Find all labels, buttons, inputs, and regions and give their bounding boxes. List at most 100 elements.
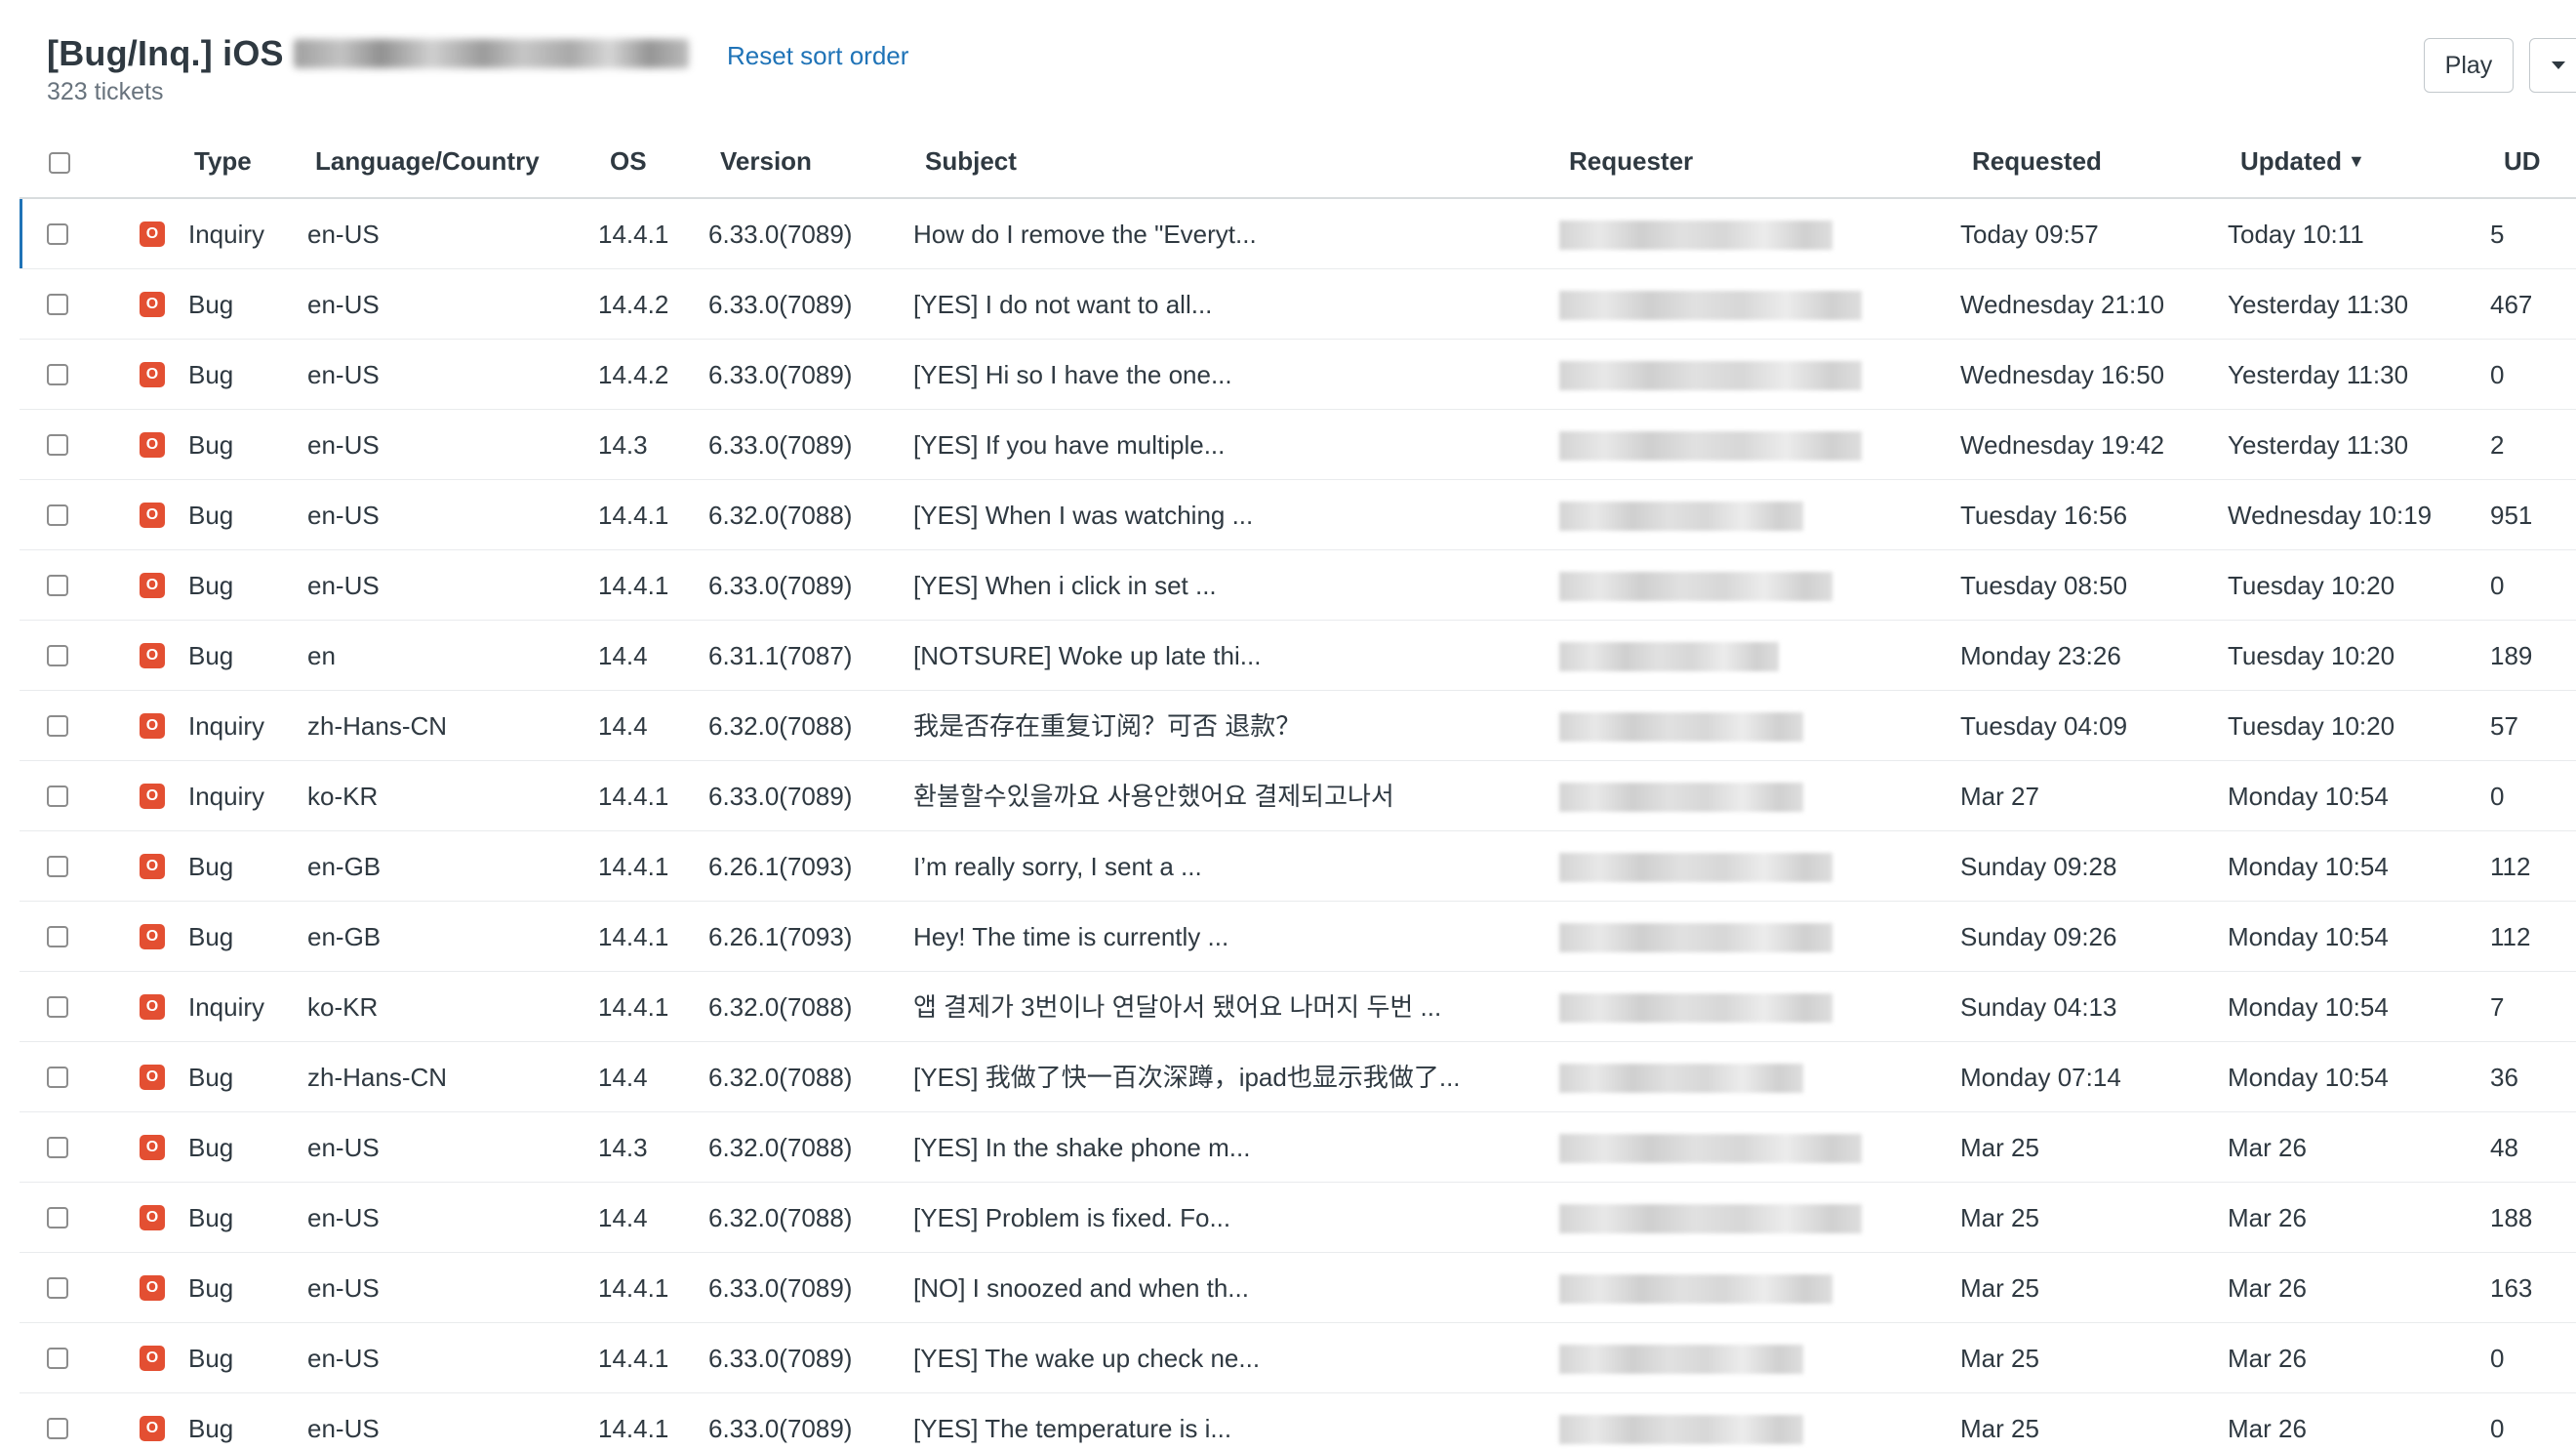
column-header-subject[interactable]: Subject — [925, 146, 1017, 177]
row-checkbox[interactable] — [47, 715, 68, 737]
row-checkbox[interactable] — [47, 1067, 68, 1088]
redacted-requester[interactable] — [1532, 974, 1864, 1040]
table-row[interactable]: O Bug en-US 14.4.1 6.33.0(7089) [YES] When i … — [20, 550, 2576, 621]
ticket-subject[interactable]: 앱 결제가 3번이나 연달아서 됐어요 나머지 두번 ... — [913, 972, 1441, 1042]
table-row[interactable]: O Inquiry ko-KR 14.4.1 6.33.0(7089) 환불할수있을까요 … — [20, 761, 2576, 831]
ticket-subject[interactable]: [YES] The temperature is i... — [913, 1393, 1231, 1450]
redacted-requester[interactable] — [1532, 201, 1864, 267]
table-row[interactable]: O Bug en-US 14.4.2 6.33.0(7089) [YES] Hi so I… — [20, 340, 2576, 410]
ticket-updated: Yesterday 11:30 — [2228, 360, 2409, 389]
ticket-updated: Monday 10:54 — [2228, 782, 2389, 811]
ticket-updated: Yesterday 11:30 — [2228, 290, 2409, 319]
ticket-subject[interactable]: [YES] When i click in set ... — [913, 550, 1217, 621]
ticket-subject[interactable]: 환불할수있을까요 사용안했어요 결제되고나서 — [913, 761, 1394, 831]
ticket-subject[interactable]: [YES] I do not want to all... — [913, 269, 1212, 340]
redacted-requester[interactable] — [1532, 552, 1864, 619]
redacted-requester[interactable] — [1532, 1395, 1864, 1450]
ticket-version: 6.32.0(7088) — [708, 1133, 853, 1162]
column-header-ud[interactable]: UD — [2504, 146, 2541, 177]
row-checkbox[interactable] — [47, 856, 68, 877]
ticket-os: 14.4.1 — [598, 1344, 669, 1373]
ticket-subject[interactable]: [YES] Problem is fixed. Fo... — [913, 1183, 1230, 1253]
redacted-requester[interactable] — [1532, 1044, 1864, 1110]
sort-descending-icon: ▼ — [2348, 151, 2365, 171]
table-row[interactable]: O Bug en-US 14.4.1 6.33.0(7089) [YES] The wak… — [20, 1323, 2576, 1393]
table-row[interactable]: O Bug en-US 14.3 6.33.0(7089) [YES] If you ha… — [20, 410, 2576, 480]
table-row[interactable]: O Bug zh-Hans-CN 14.4 6.32.0(7088) [YES] 我做了快… — [20, 1042, 2576, 1112]
ticket-subject[interactable]: [YES] The wake up check ne... — [913, 1323, 1260, 1393]
row-checkbox[interactable] — [47, 364, 68, 385]
ticket-subject[interactable]: [YES] When I was watching ... — [913, 480, 1253, 550]
redacted-requester[interactable] — [1532, 271, 1864, 338]
ticket-subject[interactable]: [YES] In the shake phone m... — [913, 1112, 1250, 1183]
select-all-checkbox[interactable] — [49, 152, 70, 174]
ticket-subject[interactable]: [YES] 我做了快一百次深蹲，ipad也显示我做了... — [913, 1042, 1461, 1112]
row-checkbox[interactable] — [47, 926, 68, 947]
redacted-requester[interactable] — [1532, 342, 1864, 408]
column-header-language[interactable]: Language/Country — [315, 146, 540, 177]
table-row[interactable]: O Bug en-US 14.4 6.32.0(7088) [YES] Problem i… — [20, 1183, 2576, 1253]
table-row[interactable]: O Bug en-US 14.4.1 6.32.0(7088) [YES] When I … — [20, 480, 2576, 550]
row-checkbox[interactable] — [47, 1277, 68, 1299]
ticket-requested: Today 09:57 — [1960, 220, 2099, 249]
row-checkbox[interactable] — [47, 1207, 68, 1228]
row-checkbox[interactable] — [47, 1418, 68, 1439]
redacted-requester[interactable] — [1532, 693, 1864, 759]
row-checkbox[interactable] — [47, 645, 68, 666]
redacted-requester[interactable] — [1532, 412, 1864, 478]
status-open-icon: O — [140, 643, 165, 668]
redacted-requester[interactable] — [1532, 1114, 1864, 1181]
row-checkbox[interactable] — [47, 996, 68, 1018]
table-row[interactable]: O Bug en-US 14.4.1 6.33.0(7089) [NO] I snooze… — [20, 1253, 2576, 1323]
row-checkbox[interactable] — [47, 504, 68, 526]
redacted-requester[interactable] — [1532, 1255, 1864, 1321]
column-header-os[interactable]: OS — [610, 146, 647, 177]
table-row[interactable]: O Bug en-GB 14.4.1 6.26.1(7093) I’m really so… — [20, 831, 2576, 902]
table-row[interactable]: O Inquiry zh-Hans-CN 14.4 6.32.0(7088) 我是否存在重… — [20, 691, 2576, 761]
redacted-requester[interactable] — [1532, 763, 1864, 829]
column-header-type[interactable]: Type — [194, 146, 252, 177]
ticket-language: en-GB — [307, 922, 382, 951]
redacted-requester[interactable] — [1532, 482, 1864, 548]
table-row[interactable]: O Bug en 14.4 6.31.1(7087) [NOTSURE] Woke up … — [20, 621, 2576, 691]
redacted-requester[interactable] — [1532, 1185, 1864, 1251]
ticket-subject[interactable]: [YES] Hi so I have the one... — [913, 340, 1232, 410]
play-button[interactable]: Play — [2424, 38, 2514, 93]
play-options-dropdown[interactable] — [2529, 38, 2576, 93]
redacted-requester[interactable] — [1532, 623, 1864, 689]
row-checkbox[interactable] — [47, 575, 68, 596]
redacted-requester[interactable] — [1532, 1325, 1864, 1391]
ticket-os: 14.4.1 — [598, 1273, 669, 1303]
column-header-updated[interactable]: Updated ▼ — [2240, 146, 2365, 177]
table-row[interactable]: O Bug en-US 14.4.1 6.33.0(7089) [YES] The tem… — [20, 1393, 2576, 1450]
redacted-requester[interactable] — [1532, 904, 1864, 970]
row-checkbox[interactable] — [47, 434, 68, 456]
row-checkbox[interactable] — [47, 1137, 68, 1158]
column-header-requester[interactable]: Requester — [1569, 146, 1693, 177]
table-row[interactable]: O Inquiry en-US 14.4.1 6.33.0(7089) How do I … — [20, 199, 2576, 269]
ticket-subject[interactable]: [NOTSURE] Woke up late thi... — [913, 621, 1261, 691]
reset-sort-order-link[interactable]: Reset sort order — [727, 41, 908, 71]
column-header-version[interactable]: Version — [720, 146, 812, 177]
ticket-subject[interactable]: I’m really sorry, I sent a ... — [913, 831, 1202, 902]
row-checkbox[interactable] — [47, 1348, 68, 1369]
ticket-updated: Monday 10:54 — [2228, 852, 2389, 881]
ticket-subject[interactable]: How do I remove the "Everyt... — [913, 199, 1257, 269]
table-row[interactable]: O Inquiry ko-KR 14.4.1 6.32.0(7088) 앱 결제가 3번이… — [20, 972, 2576, 1042]
table-row[interactable]: O Bug en-US 14.4.2 6.33.0(7089) [YES] I do no… — [20, 269, 2576, 340]
column-header-requested[interactable]: Requested — [1972, 146, 2102, 177]
redacted-requester[interactable] — [1532, 833, 1864, 900]
ticket-language: en-US — [307, 290, 380, 319]
table-row[interactable]: O Bug en-GB 14.4.1 6.26.1(7093) Hey! The time… — [20, 902, 2576, 972]
ticket-language: en-US — [307, 1203, 380, 1232]
row-checkbox[interactable] — [47, 785, 68, 807]
row-checkbox[interactable] — [47, 223, 68, 245]
ticket-subject[interactable]: [YES] If you have multiple... — [913, 410, 1225, 480]
ticket-updated: Monday 10:54 — [2228, 922, 2389, 951]
ticket-subject[interactable]: Hey! The time is currently ... — [913, 902, 1228, 972]
table-row[interactable]: O Bug en-US 14.3 6.32.0(7088) [YES] In the sh… — [20, 1112, 2576, 1183]
ticket-type: Bug — [188, 852, 234, 881]
ticket-subject[interactable]: 我是否存在重复订阅？可否 退款？ — [913, 691, 1301, 761]
row-checkbox[interactable] — [47, 294, 68, 315]
ticket-subject[interactable]: [NO] I snoozed and when th... — [913, 1253, 1249, 1323]
